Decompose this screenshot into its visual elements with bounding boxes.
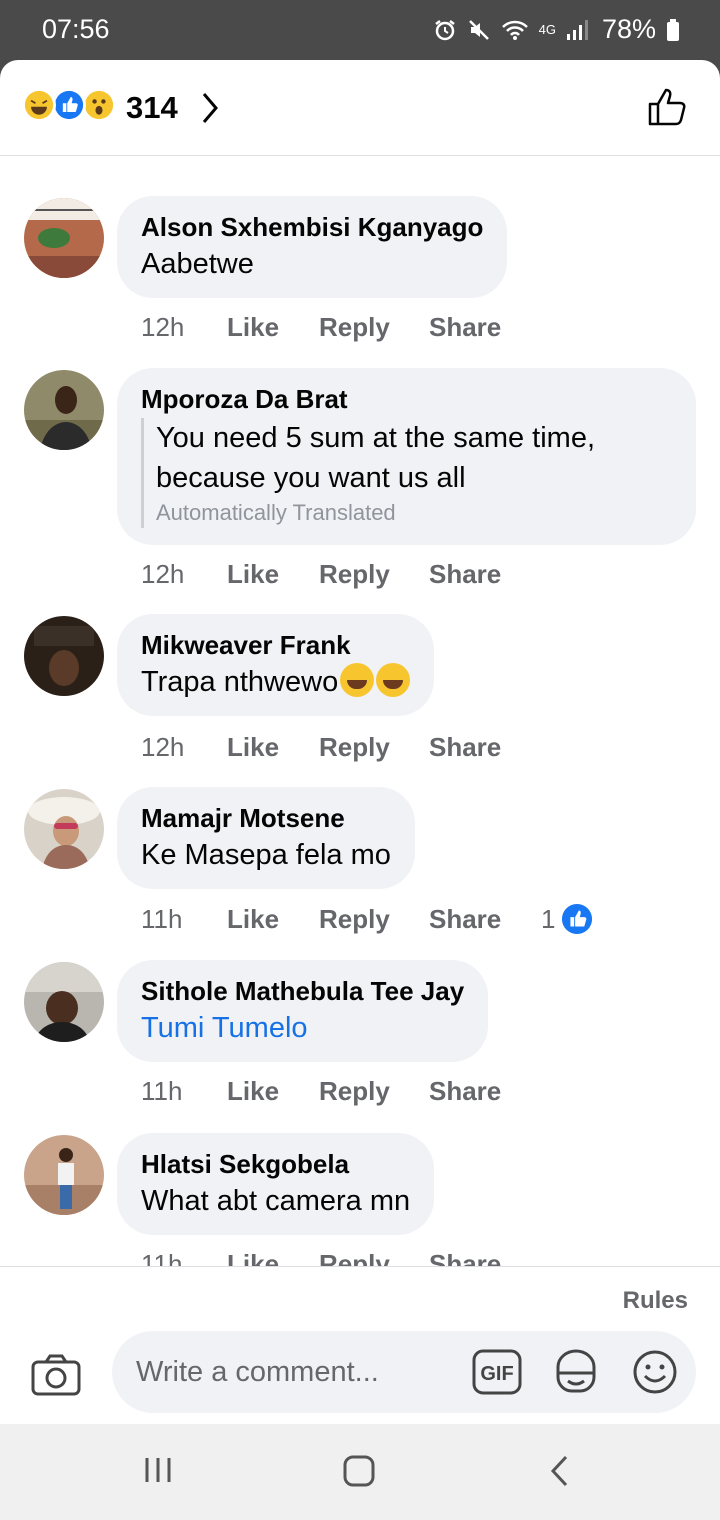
comment-author[interactable]: Mikweaver Frank — [141, 628, 410, 662]
comment-time[interactable]: 12h — [141, 559, 227, 590]
translated-block: You need 5 sum at the same time, because… — [141, 418, 672, 528]
mute-icon — [468, 19, 489, 40]
avatar[interactable] — [24, 616, 104, 696]
comment-actions: 11h Like Reply Share — [141, 1249, 541, 1266]
reply-button[interactable]: Reply — [319, 1249, 429, 1266]
battery-icon — [667, 18, 679, 41]
signal-icon — [566, 19, 588, 40]
gif-icon[interactable]: GIF — [472, 1349, 522, 1395]
comment-author[interactable]: Hlatsi Sekgobela — [141, 1147, 410, 1181]
comment-text: Trapa nthwewo — [141, 666, 339, 698]
comment-author[interactable]: Mamajr Motsene — [141, 801, 391, 835]
comment-like-count[interactable]: 1 — [541, 904, 555, 935]
comment-bubble[interactable]: Mikweaver Frank Trapa nthwewo — [117, 614, 435, 716]
4g-icon: 4G — [538, 22, 556, 37]
comment-composer: Rules GIF — [0, 1266, 720, 1424]
camera-icon[interactable] — [30, 1353, 82, 1397]
share-button[interactable]: Share — [429, 732, 541, 763]
haha-reaction-icon — [22, 88, 56, 122]
like-button[interactable]: Like — [227, 559, 319, 590]
reaction-count[interactable]: 314 — [126, 90, 178, 126]
back-icon[interactable] — [548, 1454, 572, 1488]
avatar[interactable] — [24, 198, 104, 278]
sticker-icon[interactable] — [552, 1347, 600, 1395]
reply-button[interactable]: Reply — [319, 559, 429, 590]
like-button[interactable]: Like — [227, 312, 319, 343]
reply-button[interactable]: Reply — [319, 904, 429, 935]
comment-actions: 12h Like Reply Share — [141, 559, 541, 590]
like-button[interactable]: Like — [227, 1076, 319, 1107]
laughing-emoji-icon — [340, 663, 375, 697]
status-icons: 4G 78% — [433, 14, 680, 45]
comment-box[interactable]: GIF — [112, 1331, 696, 1413]
avatar[interactable] — [24, 370, 104, 450]
like-outline-icon[interactable] — [646, 84, 690, 128]
avatar[interactable] — [24, 1135, 104, 1215]
comment-actions: 11h Like Reply Share 1 — [141, 903, 593, 935]
like-button[interactable]: Like — [227, 1249, 319, 1266]
recent-apps-icon[interactable] — [142, 1454, 174, 1486]
reactions-header[interactable]: 314 — [0, 60, 720, 156]
comment-author[interactable]: Sithole Mathebula Tee Jay — [141, 974, 464, 1008]
comment-text-line: Trapa nthwewo — [141, 662, 411, 702]
alarm-icon — [434, 19, 455, 40]
translation-note[interactable]: Automatically Translated — [156, 498, 672, 528]
emoji-icon[interactable] — [632, 1349, 678, 1395]
comment-text: Ke Masepa fela mo — [141, 839, 391, 871]
comment-bubble[interactable]: Mporoza Da Brat You need 5 sum at the sa… — [117, 368, 696, 545]
navigation-bar — [0, 1424, 720, 1520]
share-button[interactable]: Share — [429, 904, 541, 935]
comment-time[interactable]: 12h — [141, 312, 227, 343]
comment-time[interactable]: 12h — [141, 732, 227, 763]
comment-list[interactable]: Alson Sxhembisi Kganyago Aabetwe 12h Lik… — [0, 156, 720, 1266]
comment-time[interactable]: 11h — [141, 1249, 227, 1266]
share-button[interactable]: Share — [429, 312, 541, 343]
like-reaction-icon — [52, 88, 86, 122]
comment-actions: 12h Like Reply Share — [141, 312, 541, 343]
like-button[interactable]: Like — [227, 732, 319, 763]
comment-actions: 12h Like Reply Share — [141, 732, 541, 763]
comment-time[interactable]: 11h — [141, 904, 227, 935]
comment-actions: 11h Like Reply Share — [141, 1076, 541, 1107]
wow-reaction-icon — [82, 88, 116, 122]
reply-button[interactable]: Reply — [319, 1076, 429, 1107]
share-button[interactable]: Share — [429, 1076, 541, 1107]
reply-button[interactable]: Reply — [319, 732, 429, 763]
comment-author[interactable]: Mporoza Da Brat — [141, 382, 672, 416]
comment-bubble[interactable]: Hlatsi Sekgobela What abt camera mn — [117, 1133, 435, 1235]
status-bar: 07:56 4G 78% — [0, 0, 720, 60]
like-reaction-icon[interactable] — [561, 903, 593, 935]
reaction-emojis[interactable] — [22, 88, 122, 124]
comment-time[interactable]: 11h — [141, 1076, 227, 1107]
comment-text: Aabetwe — [141, 248, 254, 280]
laughing-emoji-icon — [376, 663, 411, 697]
share-button[interactable]: Share — [429, 1249, 541, 1266]
wifi-icon — [501, 20, 528, 40]
comment-text: What abt camera mn — [141, 1185, 411, 1217]
mention-link[interactable]: Tumi Tumelo — [141, 1008, 464, 1048]
comment-bubble[interactable]: Mamajr Motsene Ke Masepa fela mo — [117, 787, 415, 889]
gif-label: GIF — [480, 1363, 513, 1385]
comment-bubble[interactable]: Sithole Mathebula Tee Jay Tumi Tumelo — [117, 960, 489, 1062]
comment-author[interactable]: Alson Sxhembisi Kganyago — [141, 210, 483, 244]
comment-input[interactable] — [136, 1331, 466, 1413]
avatar[interactable] — [24, 789, 104, 869]
home-icon[interactable] — [342, 1454, 376, 1488]
comments-sheet: 314 Alson Sxhembisi Kganyago Aabetwe 12h… — [0, 60, 720, 1424]
share-button[interactable]: Share — [429, 559, 541, 590]
avatar[interactable] — [24, 962, 104, 1042]
chevron-right-icon[interactable] — [198, 90, 222, 126]
comment-bubble[interactable]: Alson Sxhembisi Kganyago Aabetwe — [117, 196, 508, 298]
like-button[interactable]: Like — [227, 904, 319, 935]
rules-link[interactable]: Rules — [623, 1287, 688, 1315]
status-time: 07:56 — [42, 14, 110, 44]
comment-text: You need 5 sum at the same time, because… — [156, 422, 596, 494]
reply-button[interactable]: Reply — [319, 312, 429, 343]
battery-percent: 78% — [601, 14, 656, 44]
